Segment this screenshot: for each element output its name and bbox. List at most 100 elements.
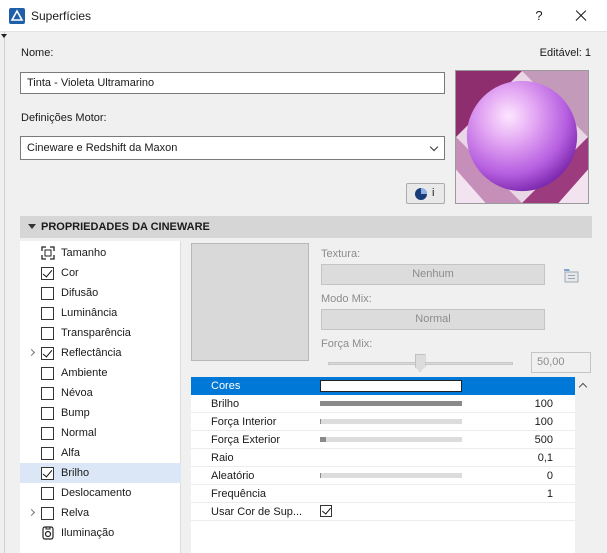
property-name: Frequência [211,488,267,500]
property-name: Usar Cor de Sup... [211,506,303,518]
engine-select[interactable]: Cineware e Redshift da Maxon [20,136,445,160]
property-value[interactable]: 1 [547,488,553,500]
channel-label: Brilho [61,467,90,479]
property-name: Força Interior [211,416,277,428]
property-name: Aleatório [211,470,255,482]
property-row[interactable]: Raio 0,1 [191,449,575,467]
channel-item[interactable]: Reflectância [20,343,181,363]
property-row[interactable]: Brilho 100 [191,395,575,413]
cineware-section-header[interactable]: PROPRIEDADES DA CINEWARE [20,216,592,238]
property-name: Raio [211,452,234,464]
section-title: PROPRIEDADES DA CINEWARE [41,221,210,233]
properties-scrollbar[interactable] [575,377,592,553]
channel-checkbox[interactable] [41,407,54,420]
property-slider-fill [320,473,322,478]
scroll-up-icon[interactable] [578,382,588,392]
collapse-arrow-icon[interactable] [1,34,7,38]
channel-label: Bump [61,407,90,419]
channel-item[interactable]: Ambiente [20,363,181,383]
collapse-triangle-icon [28,224,36,229]
color-swatch[interactable] [320,380,462,392]
channel-label: Deslocamento [61,487,132,499]
texture-label: Textura: [321,248,361,260]
channel-label: Reflectância [61,347,122,359]
engine-label: Definições Motor: [21,112,107,124]
channel-checkbox[interactable] [41,367,54,380]
property-row[interactable]: Cores [191,377,575,395]
channel-checkbox[interactable] [41,267,54,280]
channel-item[interactable]: Bump [20,403,181,423]
channel-item[interactable]: Normal [20,423,181,443]
channel-item[interactable]: Alfa [20,443,181,463]
property-slider[interactable] [320,473,462,478]
channel-label: Alfa [61,447,80,459]
property-checkbox[interactable] [320,505,332,517]
channel-checkbox[interactable] [41,307,54,320]
channel-checkbox[interactable] [41,347,54,360]
property-row[interactable]: Força Exterior 500 [191,431,575,449]
editable-count: Editável: 1 [539,47,591,59]
channel-item[interactable]: Deslocamento [20,483,181,503]
channel-item[interactable]: Névoa [20,383,181,403]
channel-item[interactable]: Brilho [20,463,181,483]
light-bulb-icon [42,526,54,540]
property-slider[interactable] [320,419,462,424]
channel-item[interactable]: Cor [20,263,181,283]
chevron-down-icon [429,142,439,152]
close-button[interactable] [570,6,592,26]
property-row[interactable]: Frequência 1 [191,485,575,503]
chevron-right-icon[interactable] [27,508,36,517]
channel-label: Difusão [61,287,99,299]
channel-checkbox[interactable] [41,467,54,480]
cinema4d-icon [415,188,427,200]
property-slider[interactable] [320,401,462,406]
chevron-right-icon[interactable] [27,348,36,357]
channel-checkbox[interactable] [41,327,54,340]
channel-checkbox[interactable] [41,507,54,520]
property-row[interactable]: Aleatório 0 [191,467,575,485]
property-row[interactable]: Usar Cor de Sup... [191,503,575,521]
property-value[interactable]: 100 [535,398,553,410]
property-row[interactable]: Força Interior 100 [191,413,575,431]
channel-checkbox[interactable] [41,387,54,400]
channel-checkbox[interactable] [41,287,54,300]
channel-checkbox[interactable] [41,427,54,440]
mix-mode-label: Modo Mix: [321,293,372,305]
render-info-button[interactable]: i [406,183,445,204]
left-edge-strip [0,32,5,553]
texture-folder-icon[interactable] [560,265,584,286]
name-input[interactable]: Tinta - Violeta Ultramarino [20,72,445,94]
channel-label: Névoa [61,387,93,399]
channel-label: Ambiente [61,367,108,379]
property-value[interactable]: 0 [547,470,553,482]
mix-strength-label: Força Mix: [321,338,373,350]
channel-label: Relva [61,507,90,519]
texture-button[interactable]: Nenhum [321,264,545,285]
channel-label: Transparência [61,327,131,339]
archicad-app-icon [9,8,25,24]
property-slider-fill [320,401,462,406]
property-name: Brilho [211,398,240,410]
channel-item[interactable]: Tamanho [20,243,181,263]
property-value[interactable]: 0,1 [538,452,553,464]
property-name: Força Exterior [211,434,281,446]
channel-label: Luminância [61,307,118,319]
channel-item[interactable]: Iluminação [20,523,181,543]
name-label: Nome: [21,47,54,59]
channel-item[interactable]: Relva [20,503,181,523]
property-value[interactable]: 100 [535,416,553,428]
channel-item[interactable]: Luminância [20,303,181,323]
resize-icon [41,246,55,260]
help-button[interactable]: ? [530,6,548,26]
texture-thumbnail [191,243,309,361]
channel-item[interactable]: Transparência [20,323,181,343]
property-name: Cores [211,380,241,392]
mix-mode-button[interactable]: Normal [321,309,545,330]
channel-checkbox[interactable] [41,447,54,460]
mix-strength-input[interactable]: 50,00 [531,352,591,373]
property-slider[interactable] [320,437,462,442]
channel-item[interactable]: Difusão [20,283,181,303]
channel-checkbox[interactable] [41,487,54,500]
property-value[interactable]: 500 [535,434,553,446]
channel-list: Tamanho Cor Difusão Luminância Transparência… [20,241,181,553]
